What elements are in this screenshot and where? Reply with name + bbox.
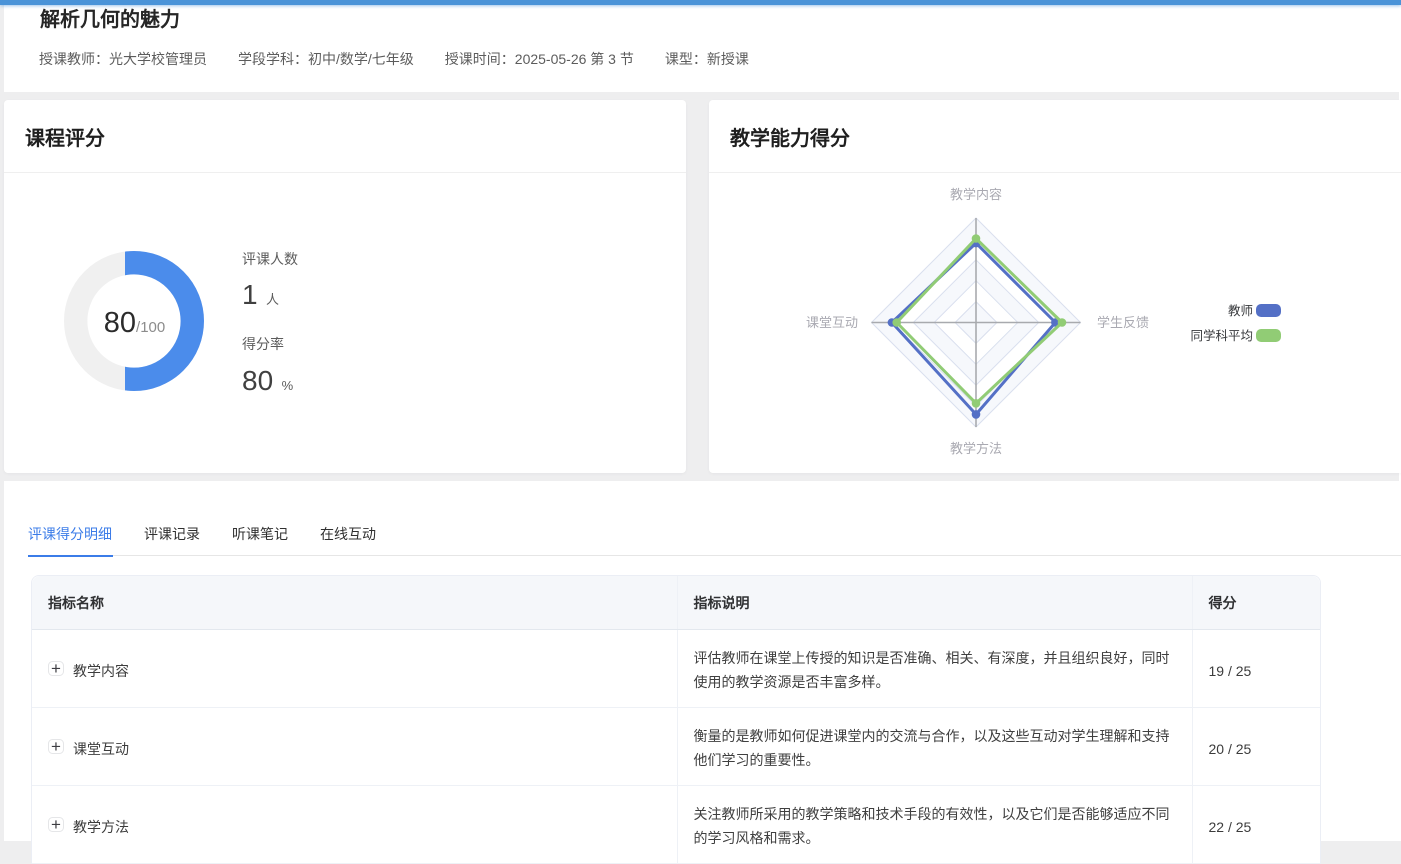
svg-text:教学内容: 教学内容 (950, 187, 1002, 202)
svg-text:学生反馈: 学生反馈 (1097, 315, 1149, 330)
svg-text:课堂互动: 课堂互动 (806, 315, 858, 330)
svg-text:教学方法: 教学方法 (950, 441, 1002, 456)
